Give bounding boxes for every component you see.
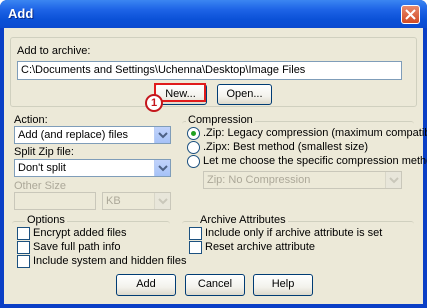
callout-badge: 1 (145, 94, 163, 112)
add-to-archive-label: Add to archive: (17, 45, 91, 57)
cancel-button[interactable]: Cancel (185, 274, 245, 296)
archive-attr-set-checkbox[interactable] (189, 227, 202, 240)
other-size-label: Other Size (14, 180, 66, 192)
archive-path-input[interactable]: C:\Documents and Settings\Uchenna\Deskto… (17, 61, 402, 80)
archive-attr-set-label[interactable]: Include only if archive attribute is set (205, 227, 382, 239)
chevron-down-icon[interactable] (154, 160, 170, 176)
split-select[interactable]: Don't split (14, 159, 171, 177)
radio-zip-legacy[interactable] (187, 127, 200, 140)
action-value: Add (and replace) files (18, 129, 129, 141)
compression-legend: Compression (186, 114, 255, 126)
save-path-checkbox[interactable] (17, 241, 30, 254)
add-dialog: Add Add to archive: C:\Documents and Set… (0, 0, 427, 308)
include-system-checkbox[interactable] (17, 255, 30, 268)
compression-method-select[interactable]: Zip: No Compression (203, 171, 402, 189)
split-label: Split Zip file: (14, 146, 74, 158)
unit-select[interactable]: KB (102, 192, 171, 210)
encrypt-label[interactable]: Encrypt added files (33, 227, 127, 239)
close-button[interactable] (401, 5, 420, 24)
action-label: Action: (14, 114, 48, 126)
radio-choose-method[interactable] (187, 155, 200, 168)
radio-selected-dot (191, 131, 196, 136)
dialog-body: Add to archive: C:\Documents and Setting… (4, 28, 427, 304)
radio-zipx-best-label[interactable]: .Zipx: Best method (smallest size) (203, 141, 368, 153)
help-button[interactable]: Help (253, 274, 313, 296)
options-legend: Options (25, 214, 67, 226)
window-title: Add (8, 6, 34, 21)
split-value: Don't split (18, 162, 66, 174)
title-bar[interactable]: Add (0, 0, 427, 28)
radio-choose-method-label[interactable]: Let me choose the specific compression m… (203, 155, 427, 167)
encrypt-checkbox[interactable] (17, 227, 30, 240)
close-icon (405, 9, 416, 20)
action-select[interactable]: Add (and replace) files (14, 126, 171, 144)
reset-attr-checkbox[interactable] (189, 241, 202, 254)
radio-zip-legacy-label[interactable]: .Zip: Legacy compression (maximum compat… (203, 127, 427, 139)
other-size-input[interactable] (14, 192, 96, 210)
radio-zipx-best[interactable] (187, 141, 200, 154)
reset-attr-label[interactable]: Reset archive attribute (205, 241, 315, 253)
include-system-label[interactable]: Include system and hidden files (33, 255, 186, 267)
chevron-down-icon[interactable] (154, 193, 170, 209)
chevron-down-icon[interactable] (154, 127, 170, 143)
chevron-down-icon[interactable] (385, 172, 401, 188)
archive-attributes-legend: Archive Attributes (198, 214, 288, 226)
add-button[interactable]: Add (116, 274, 176, 296)
unit-value: KB (106, 195, 121, 207)
open-button[interactable]: Open... (217, 84, 272, 105)
save-path-label[interactable]: Save full path info (33, 241, 120, 253)
compression-method-value: Zip: No Compression (207, 174, 311, 186)
